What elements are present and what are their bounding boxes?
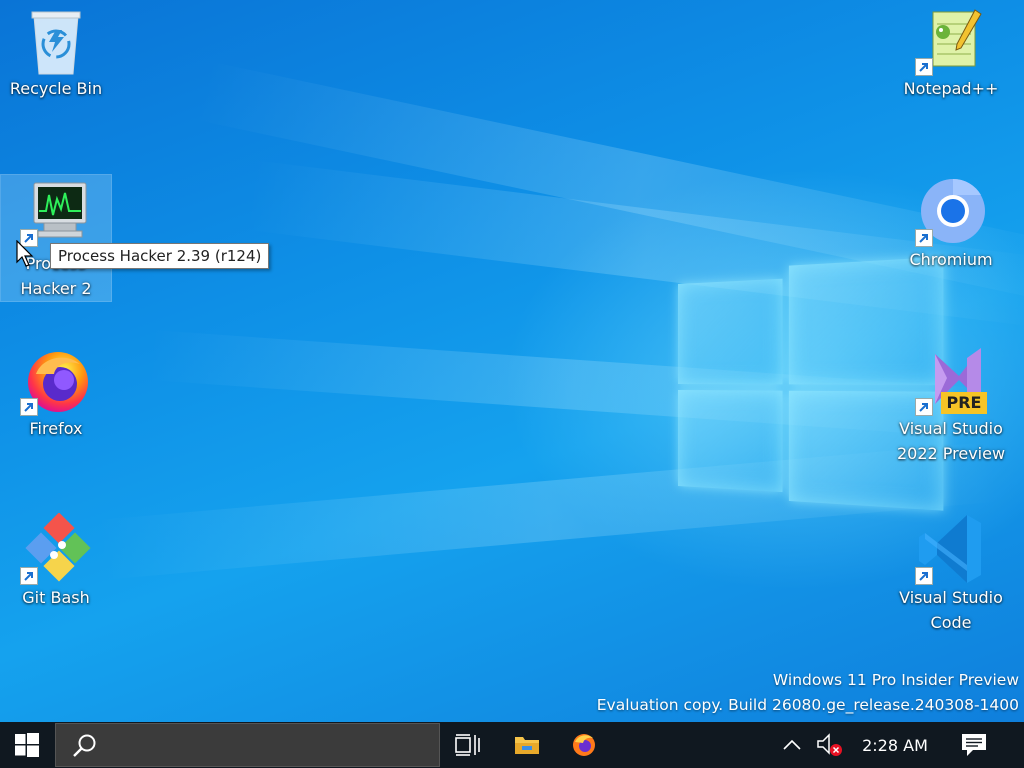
watermark-line1: Windows 11 Pro Insider Preview <box>772 671 1019 689</box>
watermark-line2: Evaluation copy. Build 26080.ge_release.… <box>596 696 1019 714</box>
desktop[interactable]: Recycle Bin Process Hacker 2 <box>0 0 1024 722</box>
recycle-bin-icon <box>20 4 92 76</box>
windows-logo-icon <box>15 733 39 757</box>
firefox-icon <box>573 734 595 756</box>
chromium-icon <box>915 175 987 247</box>
vs-preview-shortcut[interactable]: PRE Visual Studio 2022 Preview <box>896 344 1006 466</box>
task-view-icon <box>455 734 480 756</box>
file-explorer-button[interactable] <box>504 722 550 768</box>
search-icon <box>73 734 96 757</box>
mouse-cursor-icon <box>16 240 34 267</box>
chevron-up-icon <box>783 739 801 750</box>
shortcut-arrow-icon <box>915 567 933 585</box>
chromium-shortcut[interactable]: Chromium <box>896 175 1006 272</box>
firefox-taskbar-button[interactable] <box>561 722 607 768</box>
notepadpp-icon <box>915 4 987 76</box>
task-view-button[interactable] <box>445 722 491 768</box>
shortcut-arrow-icon <box>915 229 933 247</box>
pre-badge: PRE <box>941 392 987 414</box>
git-bash-icon <box>20 512 92 585</box>
git-bash-label: Git Bash <box>22 588 90 607</box>
firefox-shortcut[interactable]: Firefox <box>1 344 111 441</box>
clock[interactable]: 2:28 AM <box>855 722 935 768</box>
search-box[interactable] <box>55 723 440 767</box>
firefox-icon <box>20 344 92 416</box>
process-hacker-icon <box>20 175 92 247</box>
shortcut-arrow-icon <box>915 58 933 76</box>
watermark: Windows 11 Pro Insider Preview Evaluatio… <box>597 668 1019 718</box>
vscode-shortcut[interactable]: Visual Studio Code <box>896 513 1006 635</box>
vscode-icon <box>915 513 987 585</box>
taskbar: 2:28 AM <box>0 722 1024 768</box>
volume-button[interactable] <box>812 722 846 768</box>
shortcut-arrow-icon <box>915 398 933 416</box>
action-center-icon <box>962 734 986 756</box>
visual-studio-preview-icon: PRE <box>915 344 987 416</box>
process-hacker-shortcut[interactable]: Process Hacker 2 <box>0 174 112 302</box>
tooltip: Process Hacker 2.39 (r124) <box>50 243 270 269</box>
volume-muted-icon <box>817 733 842 756</box>
notepadpp-shortcut[interactable]: Notepad++ <box>896 4 1006 101</box>
shortcut-arrow-icon <box>20 567 38 585</box>
notepadpp-label: Notepad++ <box>903 79 999 98</box>
action-center-button[interactable] <box>950 722 998 768</box>
shortcut-arrow-icon <box>20 398 38 416</box>
vs-preview-label: Visual Studio 2022 Preview <box>896 419 1006 463</box>
git-bash-shortcut[interactable]: Git Bash <box>1 512 111 610</box>
show-hidden-icons-button[interactable] <box>778 722 806 768</box>
start-button[interactable] <box>0 722 54 768</box>
chromium-label: Chromium <box>909 250 993 269</box>
recycle-bin-shortcut[interactable]: Recycle Bin <box>1 4 111 101</box>
recycle-bin-label: Recycle Bin <box>9 79 103 98</box>
file-explorer-icon <box>515 737 539 754</box>
firefox-label: Firefox <box>29 419 83 438</box>
vscode-label: Visual Studio Code <box>899 588 1003 632</box>
